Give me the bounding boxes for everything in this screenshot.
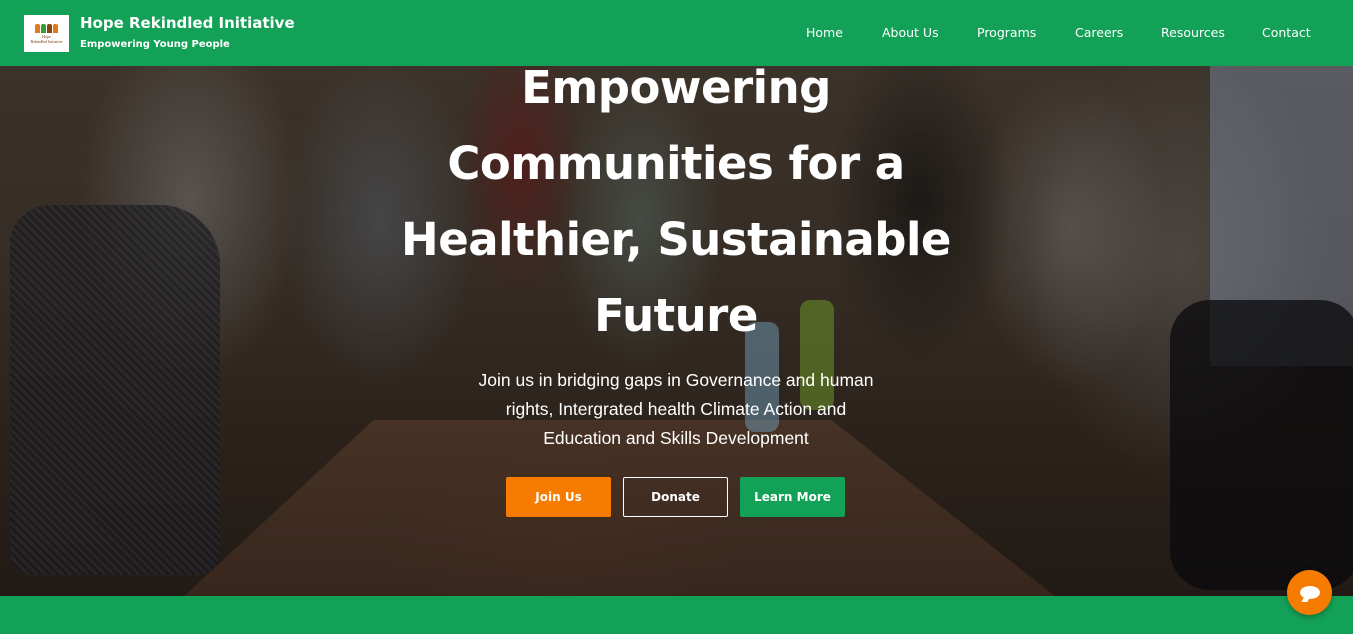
nav-home[interactable]: Home xyxy=(806,25,843,40)
site-header: Hope Rekindled Initiative Hope Rekindled… xyxy=(0,0,1353,66)
hero-subtitle-line: rights, Intergrated health Climate Actio… xyxy=(505,399,847,419)
nav-programs[interactable]: Programs xyxy=(977,25,1036,40)
hero-subtitle: Join us in bridging gaps in Governance a… xyxy=(446,366,906,453)
hero-title: Empowering Communities for a Healthier, … xyxy=(376,50,976,354)
logo-figures xyxy=(35,23,58,33)
join-us-button[interactable]: Join Us xyxy=(506,477,611,517)
people-logo-icon[interactable]: Hope Rekindled Initiative xyxy=(24,15,69,52)
nav-careers[interactable]: Careers xyxy=(1075,25,1123,40)
hero-title-line: Healthier, Sustainable xyxy=(401,213,951,266)
section-band xyxy=(0,596,1353,634)
office-chair-left xyxy=(10,205,220,575)
nav-about-us[interactable]: About Us xyxy=(882,25,939,40)
brand-tagline: Empowering Young People xyxy=(80,39,230,50)
nav-contact[interactable]: Contact xyxy=(1262,25,1311,40)
logo-text-sub: Rekindled Initiative xyxy=(30,38,63,44)
hero-title-line: Communities for a xyxy=(447,137,905,190)
donate-button[interactable]: Donate xyxy=(623,477,728,517)
hero-title-line: Future xyxy=(594,289,758,342)
hero-subtitle-line: Education and Skills Development xyxy=(543,428,809,448)
learn-more-button[interactable]: Learn More xyxy=(740,477,845,517)
chat-button[interactable] xyxy=(1287,570,1332,615)
hero-subtitle-line: Join us in bridging gaps in Governance a… xyxy=(478,370,874,390)
brand-title[interactable]: Hope Rekindled Initiative xyxy=(80,14,295,32)
nav-resources[interactable]: Resources xyxy=(1161,25,1225,40)
office-chair-right xyxy=(1170,300,1353,590)
chat-bubble-icon xyxy=(1299,586,1320,599)
